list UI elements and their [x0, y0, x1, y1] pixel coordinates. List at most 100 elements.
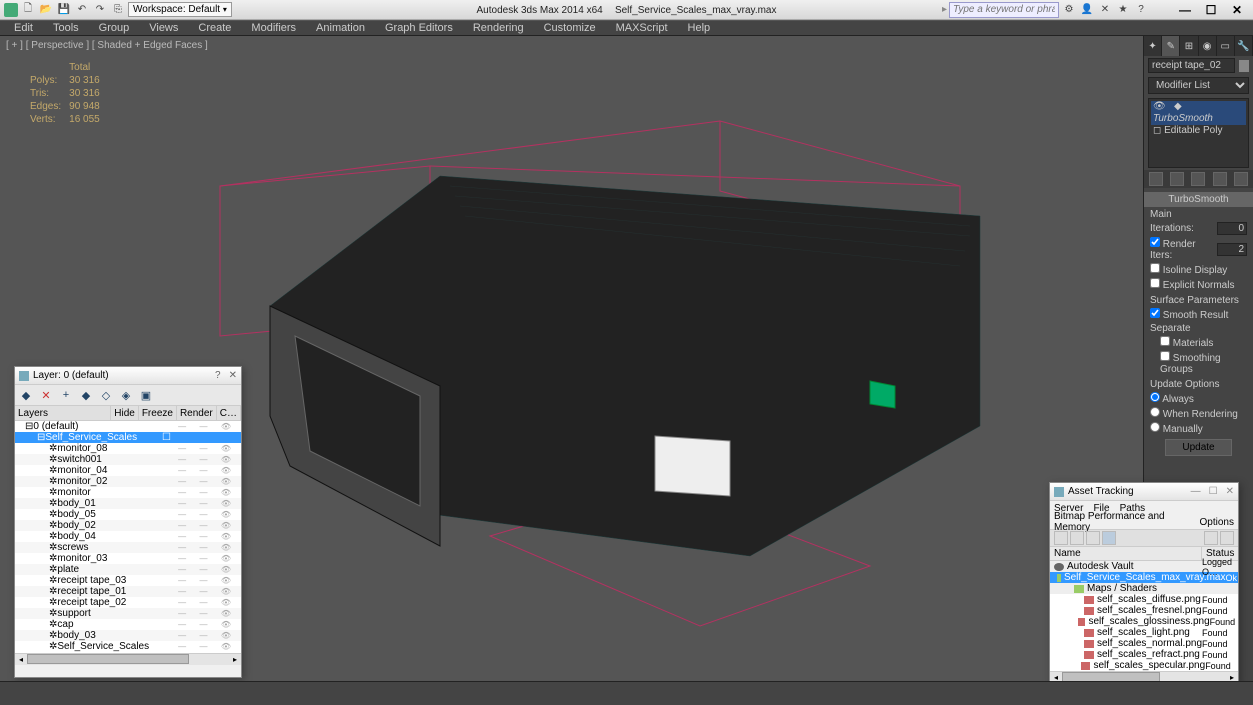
- hide-layer-icon[interactable]: ◈: [119, 388, 133, 402]
- layer-row[interactable]: ✲ body_01— — 👁: [15, 498, 241, 509]
- layer-manager-window[interactable]: Layer: 0 (default) ? ✕ ◆ ✕ + ◆ ◇ ◈ ▣ Lay…: [14, 366, 242, 678]
- asset-list-icon[interactable]: [1086, 531, 1100, 545]
- layer-row[interactable]: ✲ monitor_04— — 👁: [15, 465, 241, 476]
- layer-list[interactable]: ⊟ 0 (default)— — 👁⊟ Self_Service_Scales☐…: [15, 421, 241, 653]
- remove-modifier-icon[interactable]: [1213, 172, 1227, 186]
- highlight-layer-icon[interactable]: ◇: [99, 388, 113, 402]
- show-end-result-icon[interactable]: [1170, 172, 1184, 186]
- select-layer-icon[interactable]: ◆: [79, 388, 93, 402]
- utilities-tab[interactable]: 🔧: [1235, 36, 1253, 56]
- layer-row[interactable]: ✲ monitor_03— — 👁: [15, 553, 241, 564]
- menu-views[interactable]: Views: [139, 22, 188, 34]
- asset-tracking-window[interactable]: Asset Tracking — ☐ ✕ ServerFilePaths Bit…: [1049, 482, 1239, 684]
- menu-customize[interactable]: Customize: [534, 22, 606, 34]
- asset-row[interactable]: self_scales_specular.pngFound: [1050, 660, 1238, 671]
- asset-options-icon[interactable]: [1204, 531, 1218, 545]
- asset-row[interactable]: self_scales_diffuse.pngFound: [1050, 594, 1238, 605]
- layer-row[interactable]: ✲ support— — 👁: [15, 608, 241, 619]
- layer-row[interactable]: ✲ monitor_08— — 👁: [15, 443, 241, 454]
- make-unique-icon[interactable]: [1191, 172, 1205, 186]
- exchange-icon[interactable]: ✕: [1097, 2, 1113, 18]
- iterations-spinner[interactable]: [1217, 222, 1247, 235]
- qat-save-icon[interactable]: 💾: [56, 2, 72, 18]
- update-rendering-radio[interactable]: When Rendering: [1150, 407, 1238, 420]
- explicit-normals-checkbox[interactable]: Explicit Normals: [1150, 278, 1234, 291]
- help-icon[interactable]: ?: [1133, 2, 1149, 18]
- new-layer-icon[interactable]: ◆: [19, 388, 33, 402]
- menu-edit[interactable]: Edit: [4, 22, 43, 34]
- asset-row[interactable]: self_scales_glossiness.pngFound: [1050, 616, 1238, 627]
- layer-row[interactable]: ✲ receipt tape_01— — 👁: [15, 586, 241, 597]
- layer-row[interactable]: ✲ body_05— — 👁: [15, 509, 241, 520]
- separate-materials-checkbox[interactable]: Materials: [1160, 336, 1213, 349]
- layer-row[interactable]: ✲ cap— — 👁: [15, 619, 241, 630]
- asset-row[interactable]: self_scales_normal.pngFound: [1050, 638, 1238, 649]
- object-name-input[interactable]: [1148, 58, 1235, 73]
- help-search-input[interactable]: [949, 2, 1059, 18]
- render-iters-spinner[interactable]: [1217, 243, 1247, 256]
- rollup-turbosmooth[interactable]: TurboSmooth: [1144, 192, 1253, 207]
- menu-modifiers[interactable]: Modifiers: [241, 22, 306, 34]
- delete-layer-icon[interactable]: ✕: [39, 388, 53, 402]
- asset-table-icon[interactable]: [1102, 531, 1116, 545]
- modify-tab[interactable]: ✎: [1162, 36, 1180, 56]
- isoline-checkbox[interactable]: Isoline Display: [1150, 263, 1227, 276]
- favorite-icon[interactable]: ★: [1115, 2, 1131, 18]
- asset-min-icon[interactable]: —: [1191, 486, 1201, 497]
- layer-row[interactable]: ⊟ 0 (default)— — 👁: [15, 421, 241, 432]
- layer-scrollbar[interactable]: ◂ ▸: [15, 653, 241, 665]
- layer-row[interactable]: ✲ switch001— — 👁: [15, 454, 241, 465]
- asset-row[interactable]: Self_Service_Scales_max_vray.maxOk: [1050, 572, 1238, 583]
- asset-help-icon[interactable]: [1220, 531, 1234, 545]
- maximize-button[interactable]: ☐: [1199, 2, 1223, 18]
- smooth-result-checkbox[interactable]: Smooth Result: [1150, 308, 1228, 321]
- layer-pin-icon[interactable]: ?: [215, 370, 221, 381]
- layer-row[interactable]: ✲ body_03— — 👁: [15, 630, 241, 641]
- asset-close-icon[interactable]: ✕: [1226, 486, 1234, 497]
- asset-row[interactable]: Maps / Shaders: [1050, 583, 1238, 594]
- modifier-list[interactable]: Modifier List: [1148, 77, 1249, 94]
- workspace-selector[interactable]: Workspace: Default ▾: [128, 2, 232, 17]
- qat-new-icon[interactable]: 🗋: [20, 2, 36, 18]
- close-button[interactable]: ✕: [1225, 2, 1249, 18]
- asset-list[interactable]: Autodesk VaultLogged O…Self_Service_Scal…: [1050, 561, 1238, 671]
- motion-tab[interactable]: ◉: [1199, 36, 1217, 56]
- asset-max-icon[interactable]: ☐: [1209, 486, 1218, 497]
- update-manually-radio[interactable]: Manually: [1150, 422, 1203, 435]
- menu-graph-editors[interactable]: Graph Editors: [375, 22, 463, 34]
- update-always-radio[interactable]: Always: [1150, 392, 1194, 405]
- menu-create[interactable]: Create: [188, 22, 241, 34]
- signin-icon[interactable]: 👤: [1079, 2, 1095, 18]
- create-tab[interactable]: ✦: [1144, 36, 1162, 56]
- layer-row[interactable]: ✲ plate— — 👁: [15, 564, 241, 575]
- layer-row[interactable]: ✲ Self_Service_Scales— — 👁: [15, 641, 241, 652]
- display-tab[interactable]: ▭: [1217, 36, 1235, 56]
- layer-row[interactable]: ✲ monitor_02— — 👁: [15, 476, 241, 487]
- menu-animation[interactable]: Animation: [306, 22, 375, 34]
- qat-link-icon[interactable]: ⎘: [110, 2, 126, 18]
- layer-row[interactable]: ⊟ Self_Service_Scales☐: [15, 432, 241, 443]
- asset-row[interactable]: self_scales_light.pngFound: [1050, 627, 1238, 638]
- menu-group[interactable]: Group: [89, 22, 140, 34]
- infocenter-icon[interactable]: ⚙: [1061, 2, 1077, 18]
- asset-row[interactable]: Autodesk VaultLogged O…: [1050, 561, 1238, 572]
- modifier-stack[interactable]: 👁 ◆ TurboSmooth ◻ Editable Poly: [1148, 98, 1249, 168]
- separate-smgroups-checkbox[interactable]: Smoothing Groups: [1160, 351, 1247, 375]
- menu-rendering[interactable]: Rendering: [463, 22, 534, 34]
- menu-help[interactable]: Help: [678, 22, 721, 34]
- update-button[interactable]: Update: [1165, 439, 1231, 456]
- hierarchy-tab[interactable]: ⊞: [1180, 36, 1198, 56]
- asset-row[interactable]: self_scales_fresnel.pngFound: [1050, 605, 1238, 616]
- asset-menu-options[interactable]: Options: [1200, 517, 1234, 528]
- qat-redo-icon[interactable]: ↷: [92, 2, 108, 18]
- configure-sets-icon[interactable]: [1234, 172, 1248, 186]
- asset-menu-bitmap-performance-and-memory[interactable]: Bitmap Performance and Memory: [1054, 511, 1190, 533]
- menu-tools[interactable]: Tools: [43, 22, 89, 34]
- asset-row[interactable]: self_scales_refract.pngFound: [1050, 649, 1238, 660]
- render-iters-checkbox[interactable]: Render Iters:: [1150, 237, 1217, 261]
- menu-maxscript[interactable]: MAXScript: [606, 22, 678, 34]
- asset-refresh-icon[interactable]: [1054, 531, 1068, 545]
- asset-tracking-titlebar[interactable]: Asset Tracking — ☐ ✕: [1050, 483, 1238, 501]
- layer-row[interactable]: ✲ receipt tape_03— — 👁: [15, 575, 241, 586]
- asset-tree-icon[interactable]: [1070, 531, 1084, 545]
